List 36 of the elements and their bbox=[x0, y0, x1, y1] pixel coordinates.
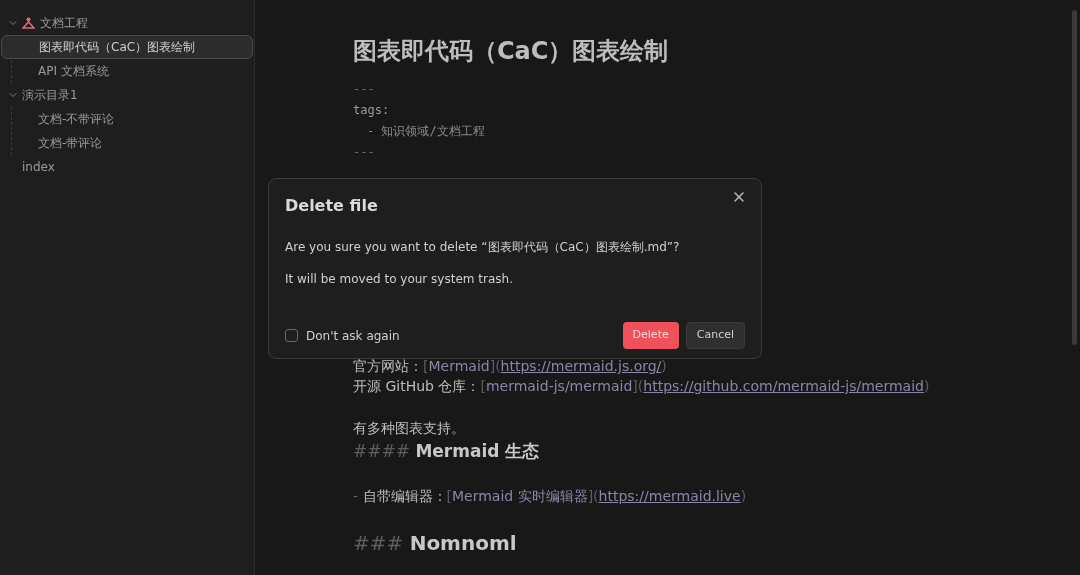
heading: ### Nomnoml bbox=[353, 530, 517, 557]
note-item[interactable]: 文档-带评论 bbox=[1, 131, 253, 155]
dialog-message: Are you sure you want to delete “图表即代码（CaC）图表绘制.md”? bbox=[285, 239, 680, 256]
editor-line: 官方网站：[Mermaid](https://mermaid.js.org/) bbox=[353, 357, 667, 376]
note-item[interactable]: 文档-不带评论 bbox=[1, 107, 253, 131]
item-label: 文档-不带评论 bbox=[38, 111, 115, 128]
frontmatter-tag: - 知识领域/文档工程 bbox=[353, 121, 485, 142]
note-item[interactable]: index bbox=[1, 155, 253, 179]
cancel-button[interactable]: Cancel bbox=[685, 322, 745, 349]
dialog-title: Delete file bbox=[285, 195, 378, 217]
editor-line: - 自带编辑器：[Mermaid 实时编辑器](https://mermaid.live) bbox=[353, 487, 747, 506]
item-label: index bbox=[22, 159, 55, 176]
item-label: 演示目录1 bbox=[22, 87, 78, 104]
folder-item[interactable]: 文档工程 bbox=[1, 11, 253, 35]
editor-line: 开源 GitHub 仓库：[mermaid-js/mermaid](https://github.com/mermaid-js/mermaid) bbox=[353, 377, 930, 396]
heading: #### Mermaid 生态 bbox=[353, 440, 540, 463]
link[interactable]: https://mermaid.js.org/ bbox=[500, 358, 662, 374]
item-label: API 文档系统 bbox=[38, 63, 109, 80]
link[interactable]: https://mermaid.live bbox=[598, 488, 741, 504]
dialog-note: It will be moved to your system trash. bbox=[285, 271, 513, 288]
note-title: 图表即代码（CaC）图表绘制 bbox=[353, 36, 669, 67]
checkbox[interactable] bbox=[285, 329, 298, 342]
link[interactable]: https://github.com/mermaid-js/mermaid bbox=[643, 378, 924, 394]
folder-item[interactable]: 演示目录1 bbox=[1, 83, 253, 107]
checkbox-label: Don't ask again bbox=[306, 327, 400, 345]
note-item[interactable]: API 文档系统 bbox=[1, 59, 253, 83]
item-label: 文档-带评论 bbox=[38, 135, 103, 152]
editor-line: 有多种图表支持。 bbox=[353, 419, 465, 438]
frontmatter-fence: --- bbox=[353, 144, 375, 161]
frontmatter-key: tags: bbox=[353, 100, 390, 121]
item-label: 文档工程 bbox=[40, 15, 88, 32]
scrollbar[interactable] bbox=[1072, 10, 1077, 345]
item-label: 图表即代码（CaC）图表绘制 bbox=[39, 39, 196, 56]
figure-icon bbox=[22, 17, 35, 29]
note-item[interactable]: 图表即代码（CaC）图表绘制 bbox=[1, 35, 253, 59]
frontmatter-fence: --- bbox=[353, 81, 375, 98]
